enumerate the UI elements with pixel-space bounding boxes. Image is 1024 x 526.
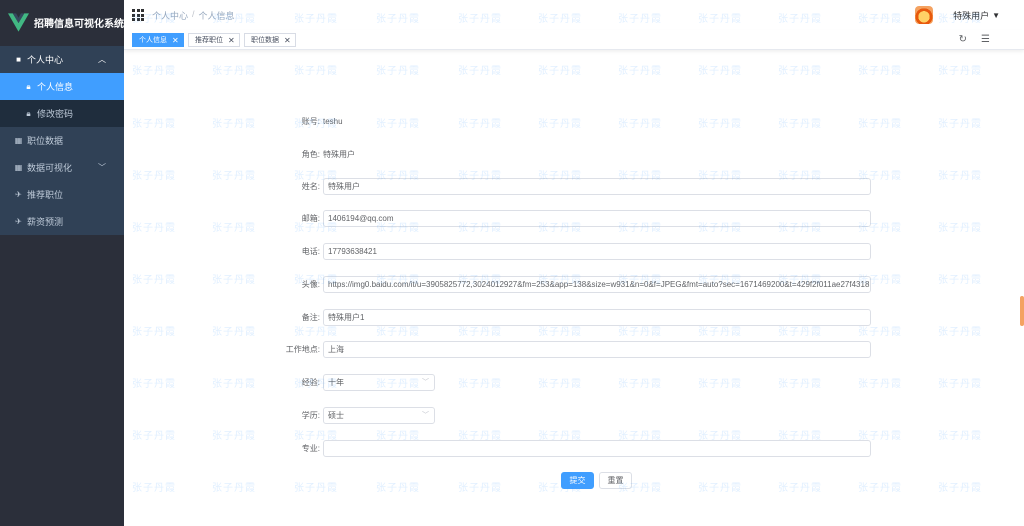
sidebar-item-personal-info[interactable]: 🔒︎ 个人信息 xyxy=(0,73,124,100)
name-label: 姓名: xyxy=(301,181,320,191)
sidebar: 招聘信息可视化系统 ■ 个人中心 ︿ 🔒︎ 个人信息 🔒︎ 修改密码 ▦ 职位数… xyxy=(0,0,124,526)
send-icon: ✈︎ xyxy=(15,217,22,226)
sidebar-item-label: 修改密码 xyxy=(37,109,74,119)
chevron-down-icon: ﹀ xyxy=(422,379,429,386)
breadcrumb: 个人中心 / 个人信息 xyxy=(152,9,235,22)
form-actions: 提交 重置 xyxy=(124,471,1024,489)
tag-recommended-jobs[interactable]: 推荐职位 ✕ xyxy=(188,33,240,47)
tags-view: 个人信息 ✕ 推荐职位 ✕ 职位数据 ✕ ↻ ☰ xyxy=(124,30,1024,50)
user-name[interactable]: 特殊用户 xyxy=(953,9,989,22)
education-select[interactable]: 硕士 ﹀ xyxy=(323,406,435,424)
close-icon[interactable]: ✕ xyxy=(172,36,179,45)
vue-logo-icon xyxy=(8,12,29,32)
sidebar-menu: ■ 个人中心 ︿ 🔒︎ 个人信息 🔒︎ 修改密码 ▦ 职位数据 ▦ 数据可视化 … xyxy=(0,46,124,235)
location-field[interactable]: 上海 xyxy=(323,340,871,358)
sidebar-item-label: 推荐职位 xyxy=(27,190,64,200)
sidebar-submenu: 🔒︎ 个人信息 🔒︎ 修改密码 xyxy=(0,73,124,127)
caret-down-icon[interactable]: ▼ xyxy=(992,11,1000,20)
submit-button[interactable]: 提交 xyxy=(561,471,594,489)
lock-icon: 🔒︎ xyxy=(26,108,31,118)
close-icon[interactable]: ✕ xyxy=(284,36,291,45)
tag-label: 职位数据 xyxy=(251,37,279,44)
location-label: 工作地点: xyxy=(285,344,320,354)
main-area: 个人中心 / 个人信息 特殊用户 ▼ 个人信息 ✕ 推荐职位 ✕ 职位数据 ✕ … xyxy=(124,0,1024,526)
logo[interactable]: 招聘信息可视化系统 xyxy=(0,0,124,44)
form-row-email: 邮箱: 1406194@qq.com xyxy=(124,209,1024,227)
sidebar-item-recommended-jobs[interactable]: ✈︎ 推荐职位 xyxy=(0,181,124,208)
major-field[interactable] xyxy=(323,439,871,457)
chevron-down-icon: ﹀ xyxy=(422,412,429,419)
avatar-label: 头像: xyxy=(301,279,320,289)
form-row-role: 角色: 特殊用户 xyxy=(124,145,1024,163)
experience-select[interactable]: 十年 ﹀ xyxy=(323,373,435,391)
account-label: 账号: xyxy=(301,116,320,126)
tag-actions: ↻ ☰ xyxy=(959,34,990,45)
role-value: 特殊用户 xyxy=(323,149,355,159)
tag-label: 个人信息 xyxy=(139,37,167,44)
account-value: teshu xyxy=(323,116,343,126)
role-label: 角色: xyxy=(301,149,320,159)
sidebar-item-salary-prediction[interactable]: ✈︎ 薪资预测 xyxy=(0,208,124,235)
close-icon[interactable]: ✕ xyxy=(228,36,235,45)
avatar-url-field[interactable]: https://img0.baidu.com/it/u=3905825772,3… xyxy=(323,275,871,293)
remark-field[interactable]: 特殊用户1 xyxy=(323,308,871,326)
tag-label: 推荐职位 xyxy=(195,37,223,44)
form-row-location: 工作地点: 上海 xyxy=(124,340,1024,358)
sidebar-item-label: 薪资预测 xyxy=(27,217,64,227)
form-row-remark: 备注: 特殊用户1 xyxy=(124,308,1024,326)
email-label: 邮箱: xyxy=(301,213,320,223)
app-title: 招聘信息可视化系统 xyxy=(34,18,124,30)
chevron-up-icon: ︿ xyxy=(98,55,106,64)
sidebar-item-label: 职位数据 xyxy=(27,136,64,146)
education-selected-value: 硕士 xyxy=(328,410,344,420)
breadcrumb-separator: / xyxy=(192,8,195,19)
sidebar-item-personal-center[interactable]: ■ 个人中心 ︿ xyxy=(0,46,124,73)
user-menu[interactable]: 特殊用户 ▼ xyxy=(915,6,1000,24)
form-row-name: 姓名: 特殊用户 xyxy=(124,177,1024,195)
email-field[interactable]: 1406194@qq.com xyxy=(323,209,871,227)
lock-icon: 🔒︎ xyxy=(26,81,31,91)
navbar: 个人中心 / 个人信息 特殊用户 ▼ xyxy=(124,0,1024,30)
hamburger-menu-icon[interactable] xyxy=(132,9,144,21)
phone-label: 电话: xyxy=(301,246,320,256)
name-field[interactable]: 特殊用户 xyxy=(323,177,871,195)
remark-label: 备注: xyxy=(301,312,320,322)
sidebar-item-label: 个人信息 xyxy=(37,82,74,92)
experience-selected-value: 十年 xyxy=(328,377,344,387)
scrollbar-thumb[interactable] xyxy=(1020,296,1024,326)
experience-label: 经验: xyxy=(301,377,320,387)
table-icon: ▦ xyxy=(14,136,23,145)
settings-sliders-icon[interactable]: ☰ xyxy=(981,34,990,45)
profile-form: 账号: teshu 角色: 特殊用户 姓名: 特殊用户 邮箱: 1406194@… xyxy=(124,50,1024,526)
form-row-education: 学历: 硕士 ﹀ xyxy=(124,406,1024,424)
user-icon: ■ xyxy=(16,55,21,64)
avatar[interactable] xyxy=(915,6,934,24)
education-label: 学历: xyxy=(301,410,320,420)
refresh-icon[interactable]: ↻ xyxy=(959,34,967,45)
sidebar-item-label: 个人中心 xyxy=(27,55,64,65)
sidebar-item-label: 数据可视化 xyxy=(27,163,73,173)
form-row-account: 账号: teshu xyxy=(124,112,1024,130)
breadcrumb-item-current: 个人信息 xyxy=(198,10,235,21)
chevron-down-icon: ﹀ xyxy=(98,163,106,172)
tag-job-data[interactable]: 职位数据 ✕ xyxy=(244,33,296,47)
sidebar-item-data-visualization[interactable]: ▦ 数据可视化 ﹀ xyxy=(0,154,124,181)
chart-icon: ▦ xyxy=(14,163,23,172)
form-row-experience: 经验: 十年 ﹀ xyxy=(124,373,1024,391)
reset-button[interactable]: 重置 xyxy=(599,471,632,489)
tag-personal-info[interactable]: 个人信息 ✕ xyxy=(132,33,184,47)
breadcrumb-item[interactable]: 个人中心 xyxy=(152,9,188,22)
form-row-avatar: 头像: https://img0.baidu.com/it/u=39058257… xyxy=(124,275,1024,293)
phone-field[interactable]: 17793638421 xyxy=(323,242,871,260)
form-row-phone: 电话: 17793638421 xyxy=(124,242,1024,260)
major-label: 专业: xyxy=(301,443,320,453)
sidebar-item-change-password[interactable]: 🔒︎ 修改密码 xyxy=(0,100,124,127)
form-row-major: 专业: xyxy=(124,439,1024,457)
sidebar-item-job-data[interactable]: ▦ 职位数据 xyxy=(0,127,124,154)
send-icon: ✈︎ xyxy=(15,190,22,199)
